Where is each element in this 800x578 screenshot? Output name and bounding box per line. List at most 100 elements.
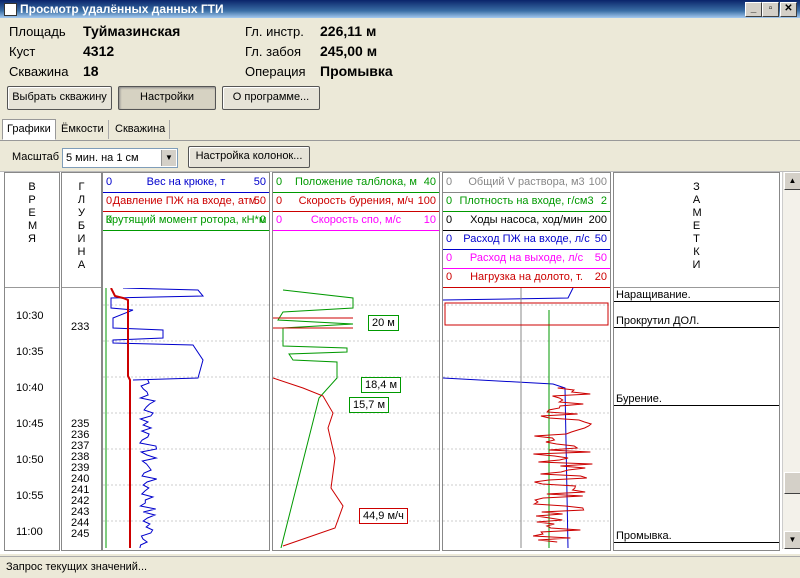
notes-column-title: ЗАМЕТКИ: [614, 181, 779, 272]
restore-button[interactable]: ▫: [762, 2, 779, 17]
scale-max: 20: [594, 271, 607, 283]
depth-value: 226,11 м: [320, 23, 377, 39]
title-bar: Просмотр удалённых данных ГТИ _ ▫ ✕: [0, 0, 800, 18]
track-1-plot: [103, 288, 269, 548]
callout-position: 15,7 м: [349, 397, 390, 413]
parameter-header[interactable]: 0 Скорость спо, м/с 10: [273, 211, 439, 231]
bottom-label: Гл. забоя: [245, 44, 302, 59]
note-item: Прокрутил ДОЛ.: [616, 315, 700, 327]
bit-load-curve: [444, 302, 609, 326]
parameter-name: Давление ПЖ на входе, атм.: [112, 195, 260, 207]
time-title-letters: ВРЕМЯ: [28, 181, 38, 245]
bottom-value: 245,00 м: [320, 43, 378, 59]
parameter-header[interactable]: 0 Общий V раствора, м3 100: [443, 173, 610, 193]
flow-in-curve: [443, 288, 574, 301]
time-tick: 10:35: [16, 346, 44, 358]
track-3: 0 Общий V раствора, м3 100 0 Плотность на вх…: [442, 172, 611, 551]
scale-select[interactable]: 5 мин. на 1 см ▼: [62, 148, 178, 168]
scroll-thumb[interactable]: [784, 472, 800, 494]
parameter-header[interactable]: 0 Скорость бурения, м/ч 100: [273, 192, 439, 212]
well-value: 18: [83, 63, 99, 79]
time-tick: 10:45: [16, 418, 44, 430]
parameter-name: Плотность на входе, г/см3: [459, 195, 594, 207]
track-2-plot: [273, 289, 439, 548]
parameter-header[interactable]: 0 Давление ПЖ на входе, атм. 50: [103, 192, 269, 212]
minimize-button[interactable]: _: [745, 2, 762, 17]
tab-graphs[interactable]: Графики: [2, 119, 56, 140]
columns-settings-button[interactable]: Настройка колонок...: [188, 146, 310, 168]
operation-value: Промывка: [320, 63, 393, 79]
parameter-name: Расход на выходе, л/с: [469, 252, 584, 264]
scale-max: 50: [594, 233, 607, 245]
chevron-down-icon[interactable]: ▼: [161, 150, 176, 166]
scale-max: 50: [253, 195, 266, 207]
rop-curve: [273, 377, 344, 547]
area-value: Туймазинская: [83, 23, 181, 39]
parameter-name: Крутящий момент ротора, кН*м: [105, 214, 267, 226]
parameter-header[interactable]: 0 Ходы насоса, ход/мин 200: [443, 211, 610, 231]
notes-title-letters: ЗАМЕТКИ: [692, 181, 702, 271]
close-button[interactable]: ✕: [780, 2, 797, 17]
hook-weight-curve: [110, 288, 205, 381]
window-title: Просмотр удалённых данных ГТИ: [20, 2, 224, 16]
parameter-header[interactable]: 0 Крутящий момент ротора, кН*м 0: [103, 211, 269, 231]
scale-max: 2: [600, 195, 607, 207]
scale-max: 10: [423, 214, 436, 226]
tab-strip: Графики Ёмкости Скважина: [0, 118, 800, 141]
area-label: Площадь: [9, 24, 66, 39]
parameter-name: Положение талблока, м: [295, 176, 417, 188]
scale-select-value: 5 мин. на 1 см: [66, 152, 139, 164]
parameter-name: Нагрузка на долото, т.: [470, 271, 583, 283]
scale-max: 100: [588, 176, 607, 188]
parameter-header[interactable]: 0 Нагрузка на долото, т. 20: [443, 268, 610, 288]
scale-max: 0: [259, 214, 266, 226]
time-tick: 10:50: [16, 454, 44, 466]
parameter-name: Общий V раствора, м3: [468, 176, 585, 188]
vertical-scrollbar[interactable]: ▲ ▼: [782, 172, 800, 549]
note-item: Промывка.: [616, 530, 672, 542]
scale-max: 100: [417, 195, 436, 207]
parameter-header[interactable]: 0 Расход ПЖ на входе, л/с 50: [443, 230, 610, 250]
scale-max: 50: [594, 252, 607, 264]
time-tick: 11:00: [16, 526, 43, 538]
time-tick: 10:30: [16, 310, 44, 322]
depth-tick: 245: [71, 528, 90, 540]
parameter-header[interactable]: 0 Расход на выходе, л/с 50: [443, 249, 610, 269]
track-3-plot: [443, 288, 610, 548]
depth-label: Гл. инстр.: [245, 24, 304, 39]
note-item: Наращивание.: [616, 289, 691, 301]
depth-column-title: ГЛУБИНА: [62, 181, 101, 272]
parameter-header[interactable]: 0 Положение талблока, м 40: [273, 173, 439, 193]
scale-max: 40: [423, 176, 436, 188]
tab-tanks[interactable]: Ёмкости: [57, 120, 109, 139]
parameter-header[interactable]: 0 Плотность на входе, г/см3 2: [443, 192, 610, 212]
status-bar: Запрос текущих значений...: [0, 556, 800, 578]
cluster-value: 4312: [83, 43, 115, 59]
select-well-button[interactable]: Выбрать скважину: [7, 86, 112, 110]
settings-button[interactable]: Настройки: [118, 86, 216, 110]
scroll-down-icon[interactable]: ▼: [784, 531, 800, 549]
time-tick: 10:40: [16, 382, 44, 394]
well-label: Скважина: [9, 64, 69, 79]
callout-position: 20 м: [368, 315, 399, 331]
parameter-name: Скорость спо, м/с: [310, 214, 402, 226]
about-button[interactable]: О программе...: [222, 86, 320, 110]
parameter-header[interactable]: 0 Вес на крюке, т 50: [103, 173, 269, 193]
callout-rop: 44,9 м/ч: [359, 508, 408, 524]
parameter-name: Скорость бурения, м/ч: [298, 195, 414, 207]
tab-well[interactable]: Скважина: [111, 120, 171, 139]
scale-label: Масштаб: [12, 151, 60, 163]
notes-column: ЗАМЕТКИ Наращивание. Прокрутил ДОЛ. Буре…: [613, 172, 780, 551]
note-item: Бурение.: [616, 393, 662, 405]
parameter-name: Ходы насоса, ход/мин: [470, 214, 583, 226]
track-1: 0 Вес на крюке, т 50 0 Давление ПЖ на входе,…: [102, 172, 270, 551]
status-text: Запрос текущих значений...: [6, 561, 148, 573]
cluster-label: Куст: [9, 44, 36, 59]
scroll-up-icon[interactable]: ▲: [784, 172, 800, 190]
app-icon: [4, 3, 17, 16]
track-2: 0 Положение талблока, м 40 0 Скорость бурени…: [272, 172, 440, 551]
operation-label: Операция: [245, 64, 306, 79]
depth-title-letters: ГЛУБИНА: [77, 181, 86, 271]
depth-column: ГЛУБИНА 233 235 236 237 238 239 240 241 242 243 24…: [61, 172, 102, 551]
scale-max: 200: [588, 214, 607, 226]
